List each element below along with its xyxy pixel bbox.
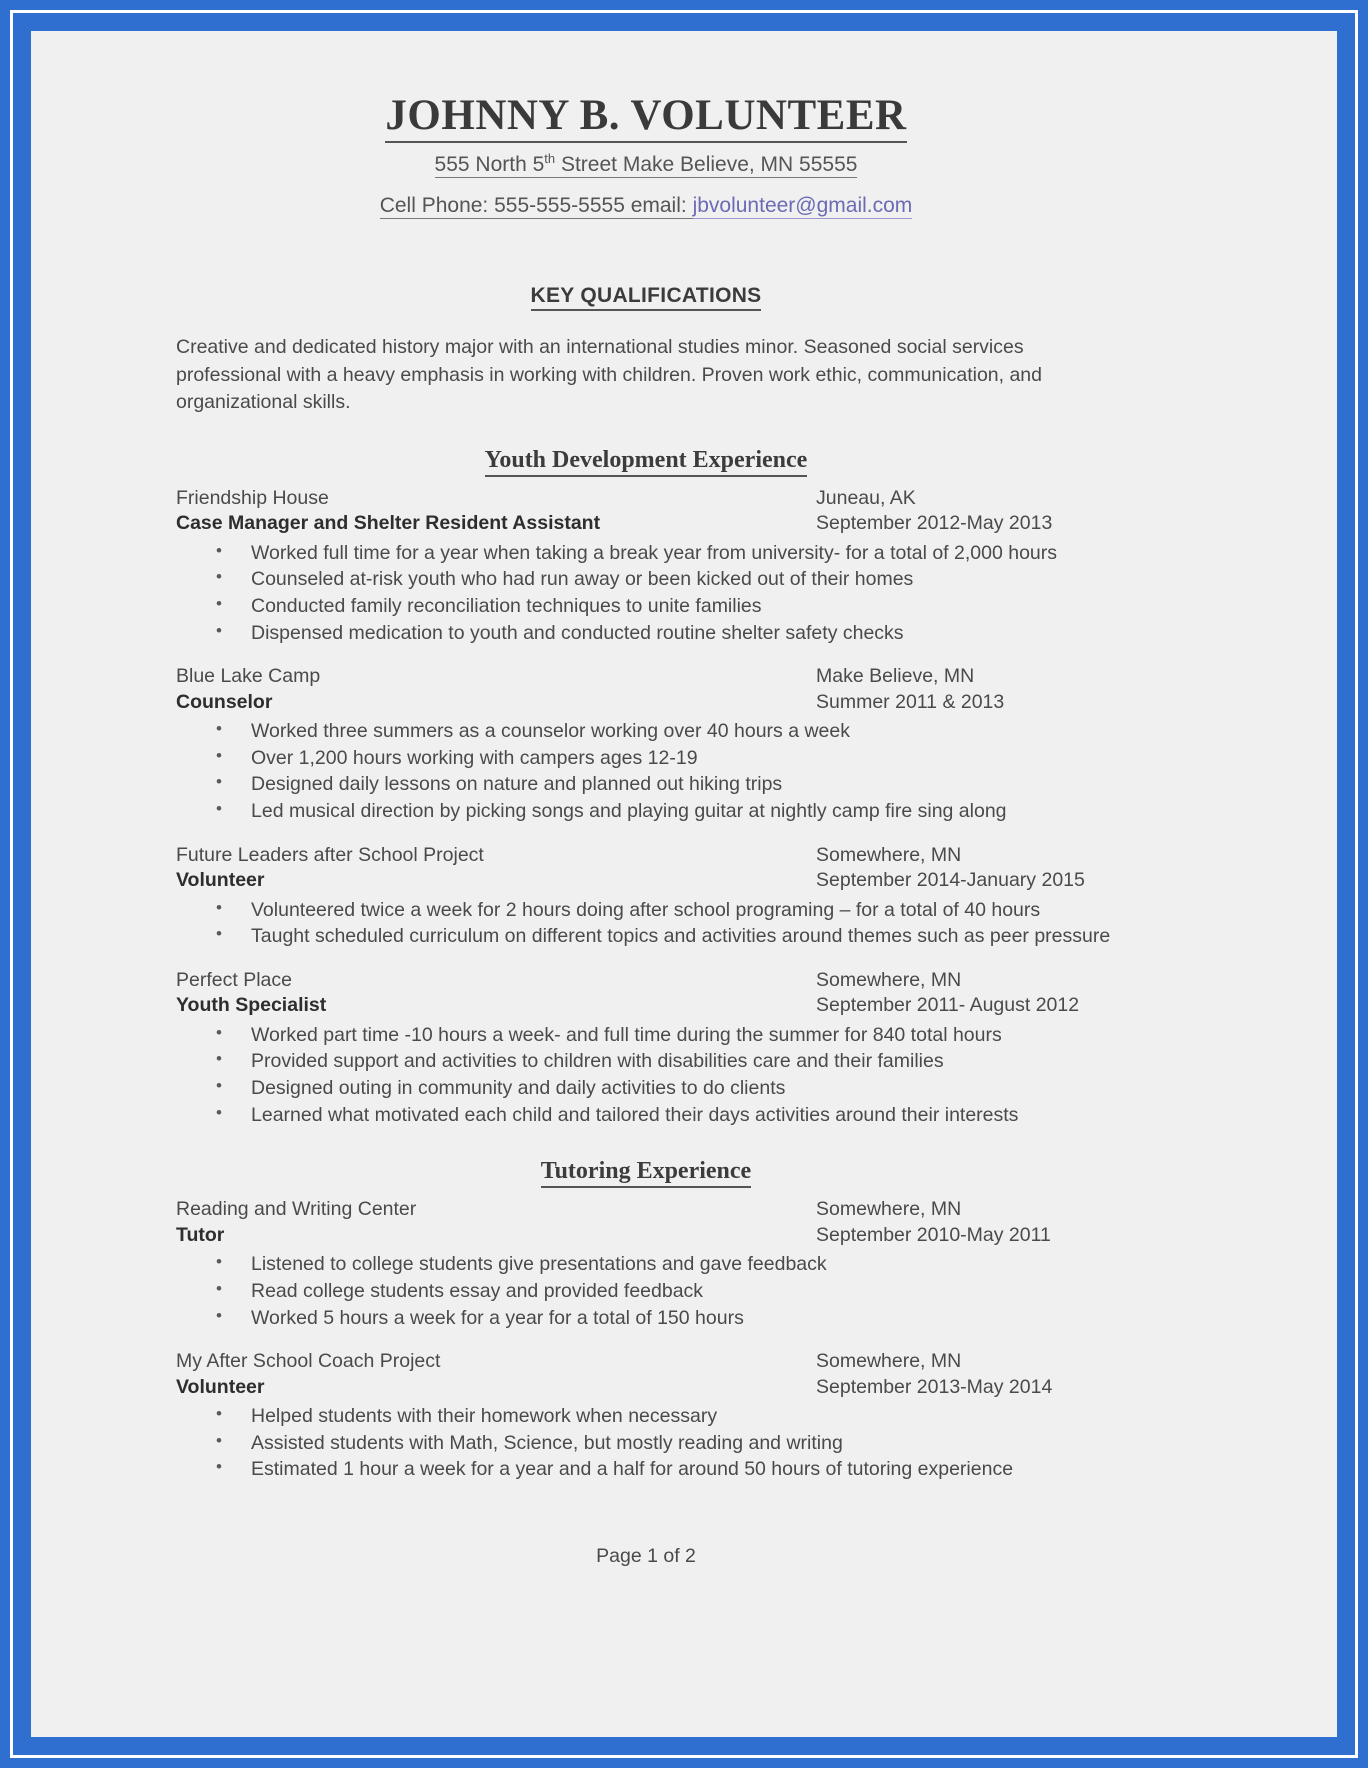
job-title-row: Tutor September 2010-May 2011 <box>176 1223 1116 1248</box>
job-title-row: Youth Specialist September 2011- August 2… <box>176 993 1116 1018</box>
resume-name-heading: JOHNNY B. VOLUNTEER <box>176 92 1116 143</box>
section-heading: Tutoring Experience <box>176 1158 1116 1189</box>
job-dates: September 2010-May 2011 <box>816 1223 1051 1246</box>
job-title: Volunteer <box>176 869 265 892</box>
job-location: Somewhere, MN <box>816 1198 962 1221</box>
job-org-row: My After School Coach Project Somewhere, … <box>176 1349 1116 1374</box>
job-entry: My After School Coach Project Somewhere, … <box>176 1349 1116 1483</box>
job-title-row: Case Manager and Shelter Resident Assist… <box>176 511 1116 536</box>
job-bullet-list: Worked full time for a year when taking … <box>176 539 1116 647</box>
job-bullet-list: Helped students with their homework when… <box>176 1402 1116 1483</box>
job-org-row: Future Leaders after School Project Somew… <box>176 843 1116 868</box>
job-title-row: Volunteer September 2013-May 2014 <box>176 1375 1116 1400</box>
job-bullet-item: Dispensed medication to youth and conduc… <box>176 619 1116 647</box>
job-entry: Reading and Writing Center Somewhere, MN T… <box>176 1197 1116 1331</box>
job-bullet-item: Worked 5 hours a week for a year for a t… <box>176 1304 1116 1332</box>
job-bullet-item: Worked three summers as a counselor work… <box>176 717 1116 745</box>
job-bullet-item: Over 1,200 hours working with campers ag… <box>176 744 1116 772</box>
scan-border-frame: JOHNNY B. VOLUNTEER 555 North 5th Street… <box>0 0 1368 1768</box>
job-title-row: Counselor Summer 2011 & 2013 <box>176 690 1116 715</box>
contact-address: 555 North 5th Street Make Believe, MN 55… <box>434 151 858 179</box>
job-dates: Summer 2011 & 2013 <box>816 690 1005 713</box>
job-bullet-item: Listened to college students give presen… <box>176 1250 1116 1278</box>
job-location: Juneau, AK <box>816 486 916 509</box>
contact-phone-email-line: Cell Phone: 555-555-5555 email: jbvolunt… <box>176 192 1116 220</box>
job-entry: Blue Lake Camp Make Believe, MN Counselor S… <box>176 664 1116 825</box>
contact-email-link[interactable]: jbvolunteer@gmail.com <box>692 194 913 220</box>
job-org-row: Reading and Writing Center Somewhere, MN <box>176 1197 1116 1222</box>
job-bullet-item: Volunteered twice a week for 2 hours doi… <box>176 896 1116 924</box>
resume-name-text: JOHNNY B. VOLUNTEER <box>385 92 907 143</box>
job-bullet-item: Taught scheduled curriculum on different… <box>176 922 1116 950</box>
job-org-row: Perfect Place Somewhere, MN <box>176 968 1116 993</box>
job-bullet-list: Worked part time -10 hours a week- and f… <box>176 1021 1116 1129</box>
job-dates: September 2011- August 2012 <box>816 994 1080 1017</box>
job-bullet-item: Estimated 1 hour a week for a year and a… <box>176 1455 1116 1483</box>
section-heading-key-qualifications-text: KEY QUALIFICATIONS <box>530 283 762 311</box>
job-organization: Reading and Writing Center <box>176 1198 417 1221</box>
section-heading-key-qualifications: KEY QUALIFICATIONS <box>176 283 1116 311</box>
section-heading-text: Tutoring Experience <box>540 1158 752 1189</box>
job-bullet-item: Designed outing in community and daily a… <box>176 1074 1116 1102</box>
job-dates: September 2013-May 2014 <box>816 1375 1053 1398</box>
page-footer: Page 1 of 2 <box>596 1545 696 1568</box>
resume-page: JOHNNY B. VOLUNTEER 555 North 5th Street… <box>31 31 1337 1737</box>
job-bullet-item: Worked full time for a year when taking … <box>176 539 1116 567</box>
job-organization: Blue Lake Camp <box>176 665 321 688</box>
job-bullet-item: Read college students essay and provided… <box>176 1277 1116 1305</box>
section-heading: Youth Development Experience <box>176 446 1116 477</box>
job-organization: Future Leaders after School Project <box>176 843 484 866</box>
job-bullet-list: Listened to college students give presen… <box>176 1250 1116 1332</box>
job-organization: Perfect Place <box>176 968 292 991</box>
address-part-1: 555 North 5 <box>434 153 545 177</box>
job-bullet-item: Worked part time -10 hours a week- and f… <box>176 1021 1116 1049</box>
job-bullet-list: Volunteered twice a week for 2 hours doi… <box>176 896 1116 950</box>
job-org-row: Blue Lake Camp Make Believe, MN <box>176 664 1116 689</box>
job-entry: Future Leaders after School Project Somew… <box>176 843 1116 950</box>
job-bullet-list: Worked three summers as a counselor work… <box>176 717 1116 825</box>
job-bullet-item: Designed daily lessons on nature and pla… <box>176 770 1116 798</box>
section-heading-text: Youth Development Experience <box>484 446 808 477</box>
job-bullet-item: Provided support and activities to child… <box>176 1047 1116 1075</box>
job-title: Tutor <box>176 1223 225 1246</box>
job-title: Counselor <box>176 690 273 713</box>
contact-address-line: 555 North 5th Street Make Believe, MN 55… <box>176 151 1116 179</box>
address-part-2: Street Make Believe, MN 55555 <box>555 153 858 177</box>
job-title: Case Manager and Shelter Resident Assist… <box>176 512 601 535</box>
contact-phone: Cell Phone: 555-555-5555 email: <box>379 194 693 220</box>
job-bullet-item: Helped students with their homework when… <box>176 1402 1116 1430</box>
experience-sections: Youth Development Experience Friendship H… <box>176 446 1116 1483</box>
address-ordinal-suffix: th <box>544 151 556 167</box>
job-organization: Friendship House <box>176 486 329 509</box>
job-bullet-item: Assisted students with Math, Science, bu… <box>176 1429 1116 1457</box>
job-bullet-item: Led musical direction by picking songs a… <box>176 797 1116 825</box>
job-title: Volunteer <box>176 1375 265 1398</box>
job-entry: Perfect Place Somewhere, MN Youth Speciali… <box>176 968 1116 1129</box>
key-qualifications-summary: Creative and dedicated history major wit… <box>176 335 1042 414</box>
job-dates: September 2014-January 2015 <box>816 869 1085 892</box>
job-entry: Friendship House Juneau, AK Case Manager a… <box>176 486 1116 647</box>
job-org-row: Friendship House Juneau, AK <box>176 486 1116 511</box>
job-bullet-item: Counseled at-risk youth who had run away… <box>176 565 1116 593</box>
job-organization: My After School Coach Project <box>176 1350 441 1373</box>
job-location: Somewhere, MN <box>816 843 962 866</box>
job-location: Make Believe, MN <box>816 665 975 688</box>
job-bullet-item: Learned what motivated each child and ta… <box>176 1101 1116 1129</box>
job-title: Youth Specialist <box>176 994 327 1017</box>
job-dates: September 2012-May 2013 <box>816 512 1053 535</box>
resume-content: JOHNNY B. VOLUNTEER 555 North 5th Street… <box>176 31 1116 1568</box>
job-location: Somewhere, MN <box>816 968 962 991</box>
job-location: Somewhere, MN <box>816 1350 962 1373</box>
job-bullet-item: Conducted family reconciliation techniqu… <box>176 592 1116 620</box>
job-title-row: Volunteer September 2014-January 2015 <box>176 868 1116 893</box>
